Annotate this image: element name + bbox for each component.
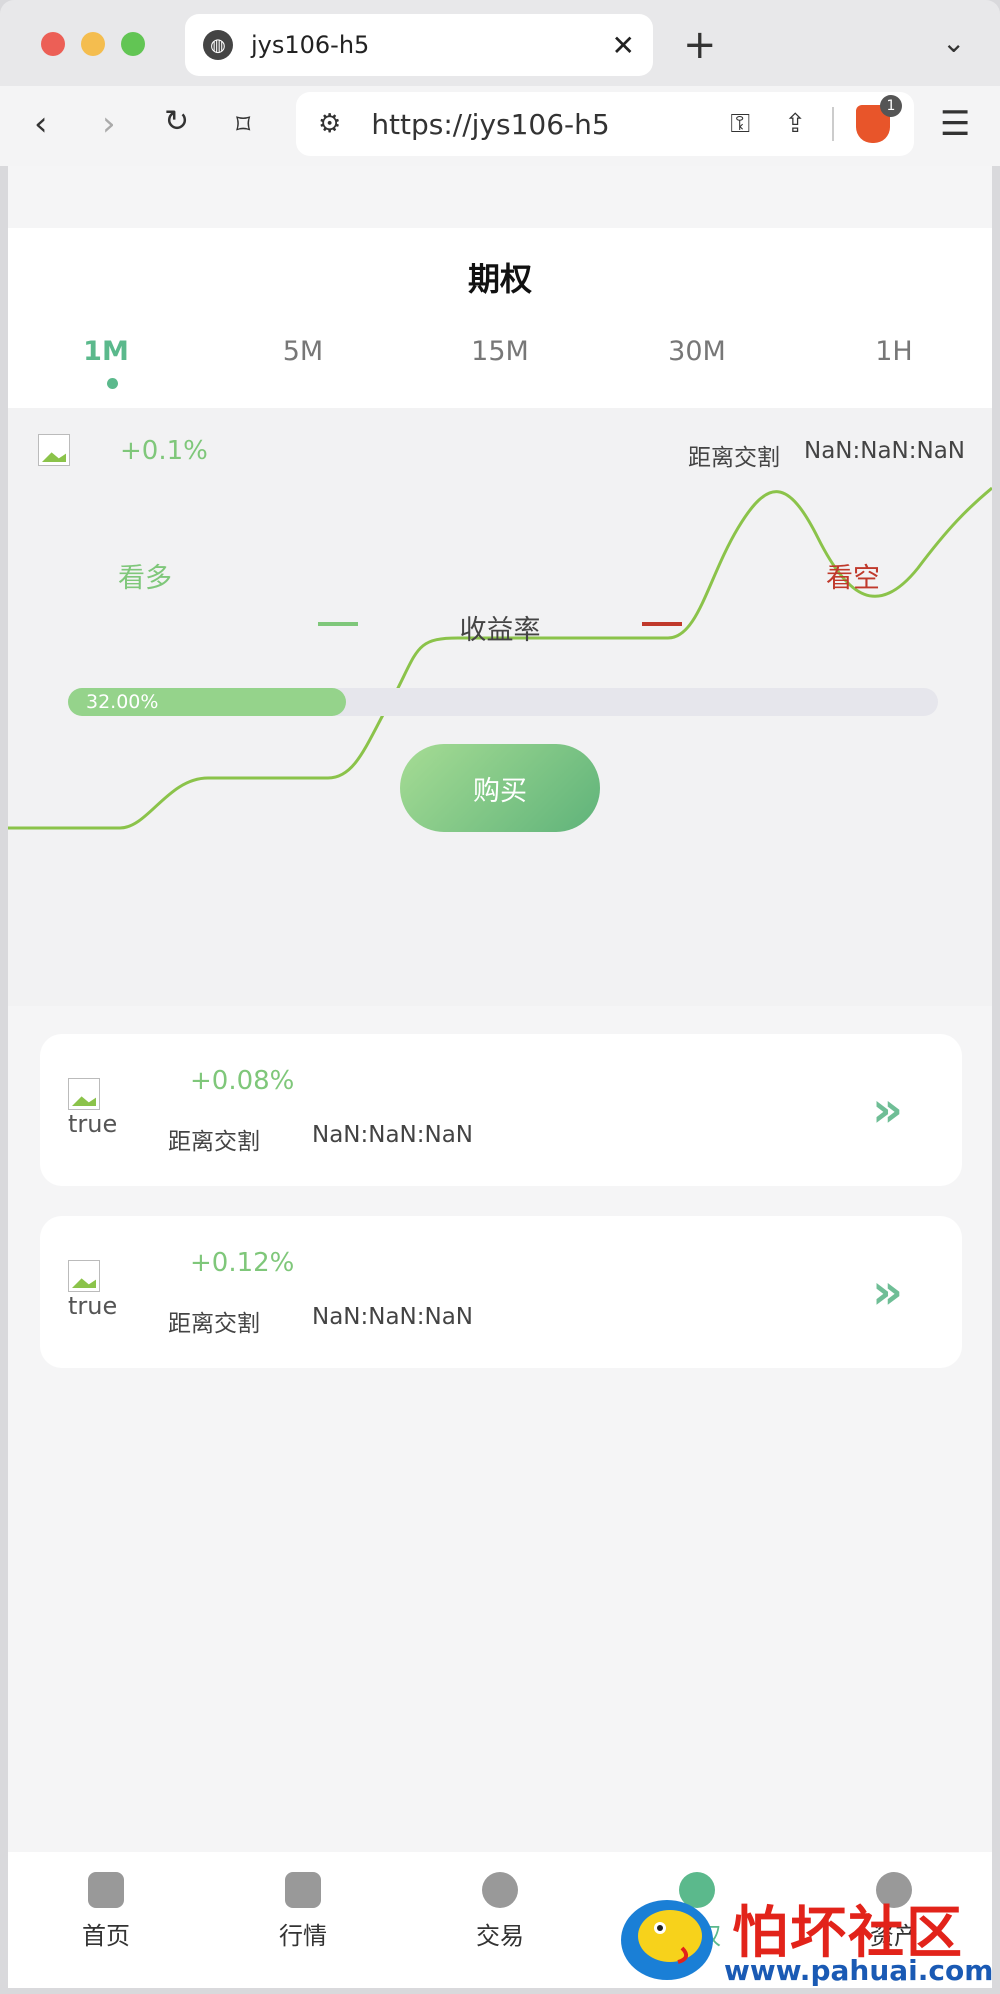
image-alt-text: true <box>68 1110 118 1138</box>
chevron-down-icon[interactable]: ⌄ <box>942 26 965 59</box>
option-card[interactable]: true +0.12% 距离交割 NaN:NaN:NaN » <box>40 1216 962 1368</box>
share-icon[interactable]: ⇪ <box>784 109 806 139</box>
card-thumb: true <box>68 1260 117 1324</box>
card-thumb: true <box>68 1078 117 1142</box>
home-icon <box>88 1872 124 1908</box>
minimize-window-button[interactable] <box>81 32 105 56</box>
shields-badge: 1 <box>880 95 902 117</box>
address-bar[interactable]: ⚙ https://jys106-h5 ⚿ ⇪ 1 <box>296 92 914 156</box>
page: 期权 1M 5M 15M 30M 1H +0.1% 距离交割 NaN:NaN:N… <box>8 166 992 1988</box>
coin-image <box>38 434 70 466</box>
bookmark-icon[interactable]: ⌑ <box>236 108 250 141</box>
tab-5m[interactable]: 5M <box>243 336 363 367</box>
watermark-url: www.pahuai.com <box>724 1954 994 1987</box>
nav-trade[interactable]: 交易 <box>440 1872 560 1951</box>
period-tabs: 1M 5M 15M 30M 1H <box>8 336 992 376</box>
new-tab-button[interactable]: + <box>683 22 717 68</box>
option-panel: +0.1% 距离交割 NaN:NaN:NaN 看多 看空 收益率 32.00% … <box>8 408 992 1006</box>
globe-icon: ◍ <box>203 30 233 60</box>
browser-tabbar: ◍ jys106-h5 ✕ + ⌄ <box>0 0 1000 86</box>
watermark: 怕坏社区 www.pahuai.com <box>612 1888 1000 1992</box>
tab-1m[interactable]: 1M <box>46 336 166 367</box>
tab-1h[interactable]: 1H <box>834 336 954 367</box>
option-card[interactable]: true +0.08% 距离交割 NaN:NaN:NaN » <box>40 1034 962 1186</box>
nav-label: 交易 <box>476 1922 524 1950</box>
nav-market[interactable]: 行情 <box>243 1872 363 1951</box>
card-rate: +0.12% <box>190 1248 295 1278</box>
card-countdown-value: NaN:NaN:NaN <box>312 1304 474 1330</box>
page-header: 期权 1M 5M 15M 30M 1H <box>8 228 992 408</box>
chevron-right-icon[interactable]: » <box>872 1082 903 1138</box>
menu-icon[interactable]: ☰ <box>940 104 970 144</box>
card-countdown-label: 距离交割 <box>168 1129 260 1155</box>
chart-bars-icon <box>285 1872 321 1908</box>
long-label[interactable]: 看多 <box>118 556 172 595</box>
tab-title: jys106-h5 <box>251 31 370 59</box>
maximize-window-button[interactable] <box>121 32 145 56</box>
coin-image <box>68 1078 100 1110</box>
page-title: 期权 <box>467 260 532 298</box>
browser-tab[interactable]: ◍ jys106-h5 ✕ <box>185 14 653 76</box>
tab-close-button[interactable]: ✕ <box>612 29 635 62</box>
short-label[interactable]: 看空 <box>826 556 880 595</box>
browser-toolbar: ‹ › ↻ ⌑ ⚙ https://jys106-h5 ⚿ ⇪ 1 ☰ <box>0 86 1000 166</box>
ratio-progress: 32.00% <box>68 688 938 716</box>
countdown-value: NaN:NaN:NaN <box>804 438 966 464</box>
forward-button[interactable]: › <box>102 104 116 144</box>
countdown-label: 距离交割 <box>688 445 780 471</box>
exchange-icon <box>482 1872 518 1908</box>
brave-shields-icon[interactable]: 1 <box>856 95 902 143</box>
card-countdown-label: 距离交割 <box>168 1311 260 1337</box>
buy-button[interactable]: 购买 <box>400 744 600 832</box>
nav-label: 行情 <box>279 1922 327 1950</box>
chevron-right-icon[interactable]: » <box>872 1264 903 1320</box>
yield-label: 收益率 <box>459 615 541 646</box>
ratio-progress-fill: 32.00% <box>68 688 347 716</box>
card-rate: +0.08% <box>190 1066 295 1096</box>
coin-image <box>68 1260 100 1292</box>
tab-15m[interactable]: 15M <box>440 336 560 367</box>
back-button[interactable]: ‹ <box>34 104 48 144</box>
close-window-button[interactable] <box>41 32 65 56</box>
key-icon[interactable]: ⚿ <box>730 109 750 140</box>
card-countdown-value: NaN:NaN:NaN <box>312 1122 474 1148</box>
main-rate: +0.1% <box>120 436 208 466</box>
image-alt-text: true <box>68 1292 118 1320</box>
nav-home[interactable]: 首页 <box>46 1872 166 1951</box>
watermark-logo <box>621 1900 713 1980</box>
reload-button[interactable]: ↻ <box>164 104 189 139</box>
nav-label: 首页 <box>82 1922 130 1950</box>
active-tab-indicator <box>107 378 118 389</box>
url-text[interactable]: https://jys106-h5 <box>371 108 730 141</box>
short-legend-line <box>642 622 682 626</box>
tab-30m[interactable]: 30M <box>637 336 757 367</box>
toolbar-divider <box>832 107 834 141</box>
site-settings-icon[interactable]: ⚙ <box>318 109 341 139</box>
